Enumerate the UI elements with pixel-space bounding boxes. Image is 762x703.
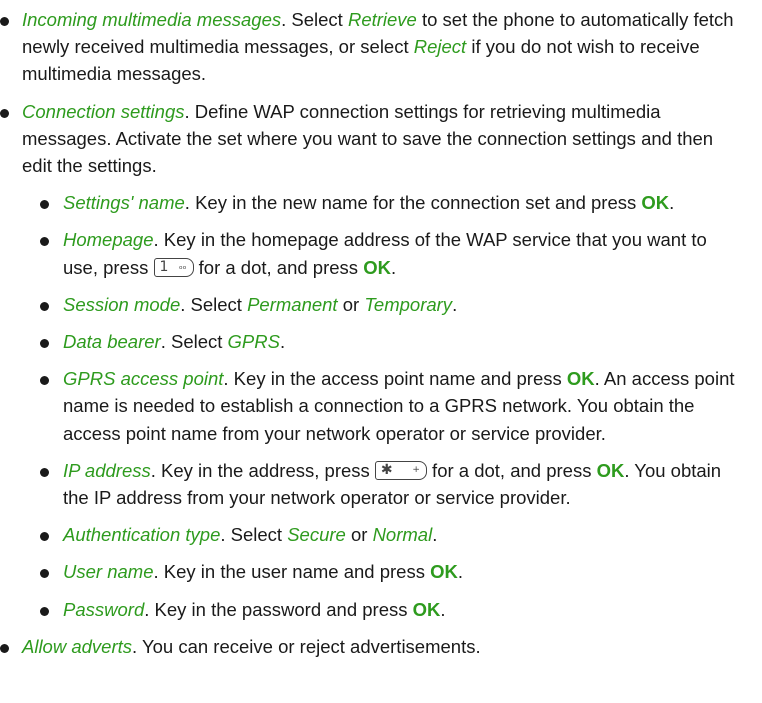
sub-list-item: User name. Key in the user name and pres…	[0, 558, 742, 585]
item-term: Connection settings	[22, 100, 185, 122]
item-term: Authentication type	[63, 524, 221, 546]
ok-key-label: OK	[596, 459, 625, 481]
sub-list-item: Session mode. Select Permanent or Tempor…	[0, 291, 742, 318]
item-term: Homepage	[63, 229, 154, 251]
document-page: Incoming multimedia messages. Select Ret…	[0, 0, 762, 660]
bullet-icon	[0, 17, 9, 26]
key-star-icon: ✱ +	[374, 460, 427, 480]
item-term: User name	[63, 561, 154, 583]
bullet-icon	[40, 301, 49, 311]
key-1-icon: 1 ₒₒ	[153, 257, 194, 277]
sub-list-item: Data bearer. Select GPRS.	[0, 328, 742, 355]
sub-list-item: Authentication type. Select Secure or No…	[0, 521, 742, 548]
item-term: Allow adverts	[22, 635, 133, 657]
bullet-icon	[0, 643, 9, 653]
list-item: Allow adverts. You can receive or reject…	[0, 633, 742, 660]
item-term: GPRS access point	[63, 368, 224, 390]
option-reject: Reject	[413, 36, 467, 58]
bullet-icon	[40, 569, 49, 579]
list-item: Connection settings. Define WAP connecti…	[0, 98, 742, 623]
option-permanent: Permanent	[247, 293, 338, 315]
item-term: Session mode	[63, 293, 181, 315]
option-normal: Normal	[372, 524, 433, 546]
bullet-icon	[40, 532, 49, 542]
ok-key-label: OK	[430, 561, 458, 583]
ok-key-label: OK	[641, 192, 670, 214]
sub-list-item: GPRS access point. Key in the access poi…	[0, 365, 742, 447]
bullet-icon	[40, 376, 49, 386]
ok-key-label: OK	[566, 368, 595, 390]
item-term: Password	[63, 598, 145, 620]
bullet-icon	[40, 467, 49, 477]
option-retrieve: Retrieve	[347, 9, 417, 30]
sub-list-item: Homepage. Key in the homepage address of…	[0, 226, 742, 280]
bullet-icon	[40, 237, 49, 247]
option-secure: Secure	[287, 524, 346, 546]
settings-list: Incoming multimedia messages. Select Ret…	[0, 6, 762, 660]
ok-key-label: OK	[412, 598, 441, 620]
option-gprs: GPRS	[227, 331, 280, 353]
bullet-icon	[0, 108, 9, 118]
sub-list-item: Settings' name. Key in the new name for …	[0, 189, 742, 216]
sub-list-item: IP address. Key in the address, press ✱ +…	[0, 457, 742, 511]
item-term: IP address	[63, 459, 151, 481]
list-item: Incoming multimedia messages. Select Ret…	[0, 6, 742, 88]
bullet-icon	[40, 339, 49, 349]
ok-key-label: OK	[363, 256, 391, 278]
bullet-icon	[40, 200, 49, 210]
option-temporary: Temporary	[364, 293, 453, 315]
item-term: Settings' name	[63, 192, 185, 214]
sub-list-item: Password. Key in the password and press …	[0, 596, 742, 623]
item-term: Data bearer	[63, 331, 161, 353]
bullet-icon	[40, 606, 49, 616]
item-term: Incoming multimedia messages	[22, 9, 282, 30]
connection-settings-sublist: Settings' name. Key in the new name for …	[0, 189, 742, 623]
